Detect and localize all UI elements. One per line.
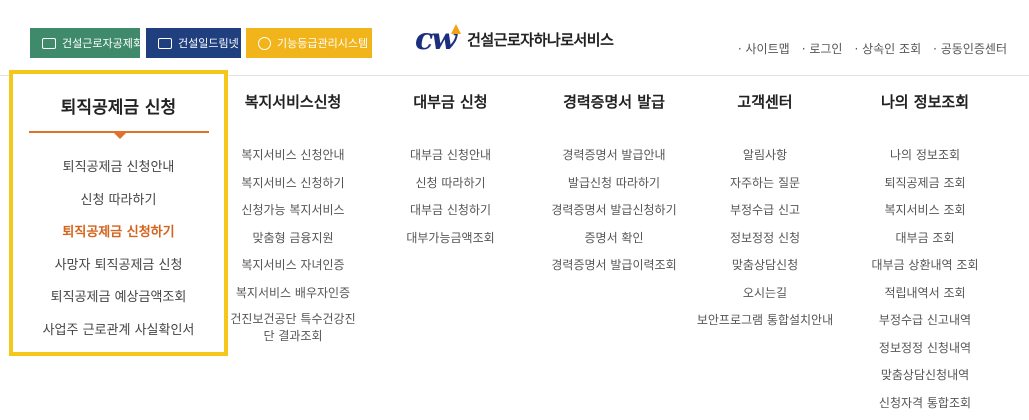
menu-head-loan[interactable]: 대부금 신청 (388, 76, 513, 128)
menu-item[interactable]: 대부금 신청안내 (388, 142, 513, 170)
menu-item[interactable]: 퇴직공제금 신청안내 (13, 152, 224, 185)
menu-item[interactable]: 신청자격 통합조회 (850, 390, 1000, 418)
site-link-dreamnet[interactable]: 건설일드림넷 (146, 28, 241, 58)
menu-item[interactable]: 퇴직공제금 예상금액조회 (13, 282, 224, 315)
menu-item[interactable]: 오시는길 (690, 280, 840, 308)
menu-item[interactable]: 신청 따라하기 (13, 185, 224, 218)
menu-item[interactable]: 복지서비스 신청안내 (228, 142, 358, 170)
menu-head-support[interactable]: 고객센터 (690, 76, 840, 128)
menu-item[interactable]: 건진보건공단 특수건강진단 결과조회 (228, 307, 358, 347)
menu-item[interactable]: 맞춤형 금융지원 (228, 225, 358, 253)
menu-column-retirement: 퇴직공제금 신청 퇴직공제금 신청안내 신청 따라하기 퇴직공제금 신청하기 사… (9, 70, 228, 356)
heir-lookup-link[interactable]: 상속인 조회 (854, 40, 921, 57)
menu-item[interactable]: 보안프로그램 통합설치안내 (690, 307, 840, 335)
menu-item[interactable]: 자주하는 질문 (690, 170, 840, 198)
menu-item[interactable]: 경력증명서 발급안내 (535, 142, 693, 170)
menu-item-active[interactable]: 퇴직공제금 신청하기 (13, 217, 224, 250)
menu-head-myinfo[interactable]: 나의 정보조회 (850, 76, 1000, 128)
menu-item[interactable]: 증명서 확인 (535, 225, 693, 253)
menu-head-welfare[interactable]: 복지서비스신청 (228, 76, 358, 128)
menu-item[interactable]: 부정수급 신고내역 (850, 307, 1000, 335)
menu-item[interactable]: 복지서비스 신청하기 (228, 170, 358, 198)
menu-item[interactable]: 대부금 조회 (850, 225, 1000, 253)
site-logo[interactable]: cw 건설근로자하나로서비스 (415, 22, 614, 57)
menu-item[interactable]: 대부금 상환내역 조회 (850, 252, 1000, 280)
menu-item[interactable]: 맞춤상담신청 (690, 252, 840, 280)
menu-item[interactable]: 적립내역서 조회 (850, 280, 1000, 308)
menu-item[interactable]: 신청 따라하기 (388, 170, 513, 198)
site-link-label: 기능등급관리시스템 (277, 37, 369, 50)
menu-item[interactable]: 퇴직공제금 조회 (850, 170, 1000, 198)
menu-item[interactable]: 사업주 근로관계 사실확인서 (13, 315, 224, 348)
menu-item[interactable]: 복지서비스 배우자인증 (228, 280, 358, 308)
sitemap-link[interactable]: 사이트맵 (738, 40, 790, 57)
menu-item[interactable]: 경력증명서 발급이력조회 (535, 252, 693, 280)
site-link-label: 건설근로자공제회 (62, 37, 143, 50)
monitor-icon (42, 37, 56, 49)
site-name: 건설근로자하나로서비스 (467, 31, 614, 49)
menu-item[interactable]: 신청가능 복지서비스 (228, 197, 358, 225)
menu-column-support: 고객센터 알림사항 자주하는 질문 부정수급 신고 정보정정 신청 맞춤상담신청… (690, 76, 840, 335)
menu-item[interactable]: 경력증명서 발급신청하기 (535, 197, 693, 225)
menu-item[interactable]: 맞춤상담신청내역 (850, 362, 1000, 390)
menu-item[interactable]: 사망자 퇴직공제금 신청 (13, 250, 224, 283)
logo-triangle-icon (451, 24, 462, 34)
menu-item[interactable]: 알림사항 (690, 142, 840, 170)
top-header: 건설근로자공제회 건설일드림넷 기능등급관리시스템 cw 건설근로자하나로서비스… (0, 0, 1029, 75)
menu-item[interactable]: 발급신청 따라하기 (535, 170, 693, 198)
menu-item[interactable]: 대부금 신청하기 (388, 197, 513, 225)
caret-down-icon (114, 133, 126, 139)
menu-column-myinfo: 나의 정보조회 나의 정보조회 퇴직공제금 조회 복지서비스 조회 대부금 조회… (850, 76, 1000, 417)
menu-head-retirement[interactable]: 퇴직공제금 신청 (13, 93, 224, 118)
login-link[interactable]: 로그인 (802, 40, 842, 57)
badge-icon (258, 36, 271, 50)
menu-item[interactable]: 정보정정 신청 (690, 225, 840, 253)
menu-column-welfare: 복지서비스신청 복지서비스 신청안내 복지서비스 신청하기 신청가능 복지서비스… (228, 76, 358, 347)
site-link-skill-grade[interactable]: 기능등급관리시스템 (246, 28, 372, 58)
menu-item[interactable]: 정보정정 신청내역 (850, 335, 1000, 363)
menu-item[interactable]: 복지서비스 조회 (850, 197, 1000, 225)
menu-item[interactable]: 대부가능금액조회 (388, 225, 513, 253)
menu-column-career: 경력증명서 발급 경력증명서 발급안내 발급신청 따라하기 경력증명서 발급신청… (535, 76, 693, 280)
menu-item[interactable]: 부정수급 신고 (690, 197, 840, 225)
certificate-center-link[interactable]: 공동인증센터 (933, 40, 1007, 57)
menu-head-career[interactable]: 경력증명서 발급 (535, 76, 693, 128)
site-link-label: 건설일드림넷 (178, 37, 239, 50)
building-icon (158, 37, 172, 49)
utility-links: 사이트맵 로그인 상속인 조회 공동인증센터 (726, 40, 1007, 57)
site-link-cwma[interactable]: 건설근로자공제회 (30, 28, 143, 58)
menu-column-loan: 대부금 신청 대부금 신청안내 신청 따라하기 대부금 신청하기 대부가능금액조… (388, 76, 513, 252)
cw-logo-mark: cw (415, 22, 462, 57)
menu-item[interactable]: 복지서비스 자녀인증 (228, 252, 358, 280)
menu-item[interactable]: 나의 정보조회 (850, 142, 1000, 170)
